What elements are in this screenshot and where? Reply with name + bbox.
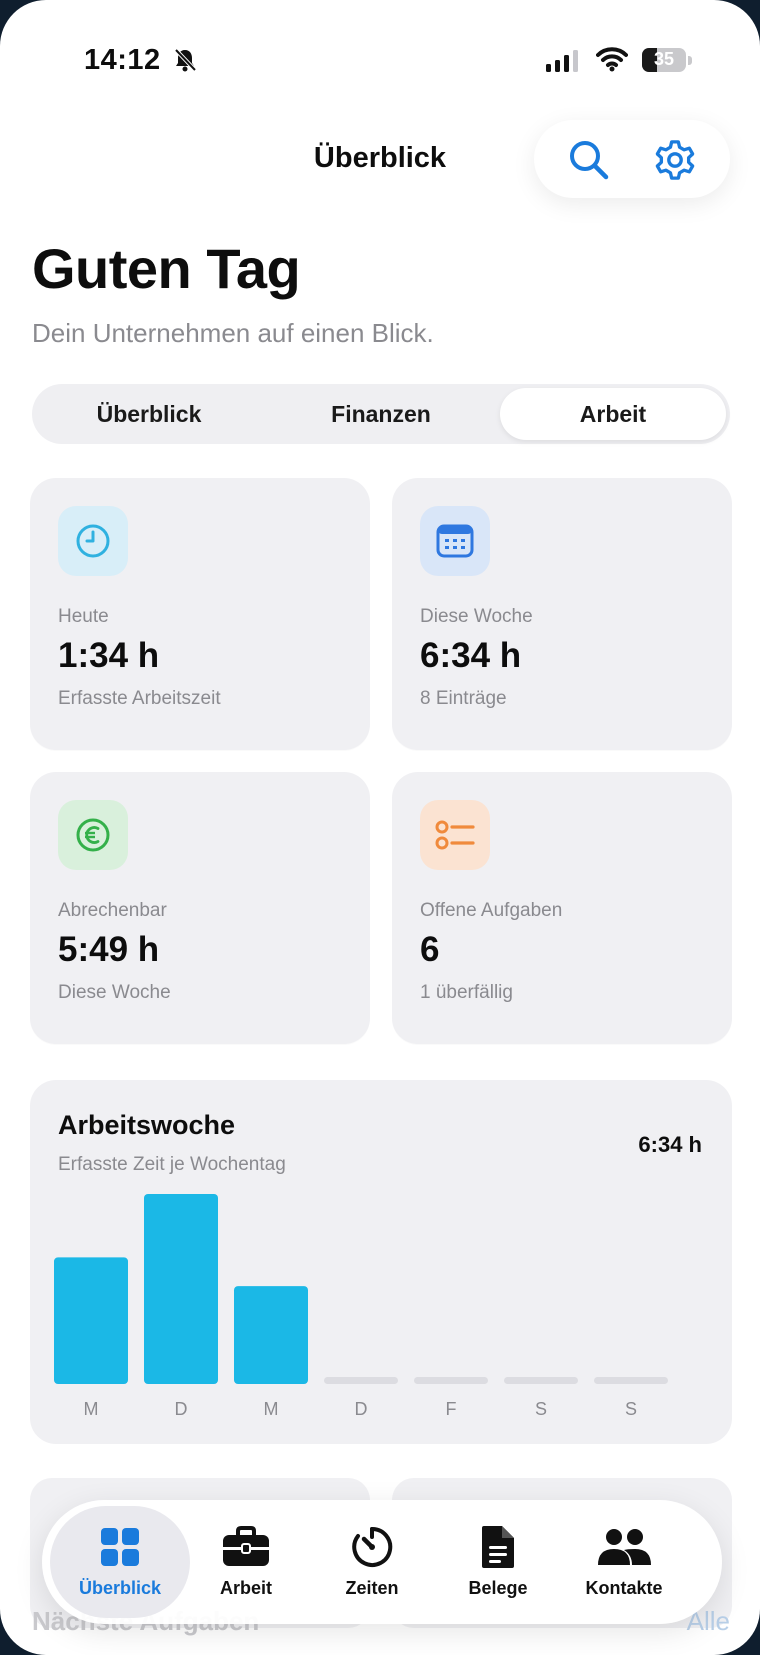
chart-tick-label: D [355, 1399, 368, 1419]
weekly-bar-chart: MDMDFSS [54, 1194, 668, 1419]
gear-icon [655, 140, 695, 180]
chart-bar-1 [54, 1257, 128, 1384]
card-value: 5:49 h [58, 930, 160, 969]
clock-icon-tile [58, 506, 128, 576]
card-diese-woche[interactable]: Diese Woche 6:34 h 8 Einträge [392, 478, 732, 750]
phone-screen: 14:12 35 Überblick Guten Tag Dein Untern… [0, 0, 760, 1655]
list-icon [435, 820, 475, 850]
tab-kontakte[interactable]: Kontakte [554, 1506, 694, 1618]
battery-icon: 35 [642, 48, 692, 74]
segmented-control: Überblick Finanzen Arbeit [32, 384, 730, 444]
work-week-chart-card[interactable]: Arbeitswoche Erfasste Zeit je Wochentag … [30, 1080, 732, 1444]
tab-zeiten[interactable]: Zeiten [302, 1506, 442, 1618]
tab-label: Belege [468, 1578, 528, 1598]
card-offene-aufgaben[interactable]: Offene Aufgaben 6 1 überfällig [392, 772, 732, 1044]
chart-bar-3 [234, 1286, 308, 1384]
chart-tick-label: D [175, 1399, 188, 1419]
card-heute[interactable]: Heute 1:34 h Erfasste Arbeitszeit [30, 478, 370, 750]
card-sub: 1 überfällig [420, 982, 513, 1003]
card-sub: Diese Woche [58, 982, 171, 1003]
bell-slash-icon [174, 48, 196, 72]
document-icon [482, 1526, 514, 1568]
card-label: Abrechenbar [58, 900, 167, 921]
chart-tick-label: S [535, 1399, 547, 1419]
card-sub: 8 Einträge [420, 688, 507, 709]
chart-bar-7 [594, 1377, 668, 1384]
briefcase-icon [223, 1526, 269, 1566]
list-icon-tile [420, 800, 490, 870]
card-value: 6 [420, 930, 440, 969]
search-icon [570, 141, 609, 180]
calendar-icon [436, 524, 474, 558]
greeting-subtitle: Dein Unternehmen auf einen Blick. [32, 318, 434, 348]
chart-tick-label: M [84, 1399, 99, 1419]
card-label: Diese Woche [420, 606, 533, 627]
chart-tick-label: M [264, 1399, 279, 1419]
segment-finanzen[interactable]: Finanzen [268, 388, 494, 440]
tab-arbeit[interactable]: Arbeit [176, 1506, 316, 1618]
clock-icon [76, 524, 110, 558]
status-time: 14:12 [84, 44, 161, 76]
wifi-icon [596, 47, 628, 72]
tab-label: Überblick [78, 1578, 162, 1598]
people-icon [598, 1529, 651, 1565]
chart-bar-2 [144, 1194, 218, 1384]
tab-ueberblick[interactable]: Überblick [50, 1506, 190, 1618]
timer-icon [352, 1526, 393, 1567]
segment-ueberblick[interactable]: Überblick [36, 388, 262, 440]
settings-button[interactable] [654, 139, 696, 181]
card-label: Heute [58, 606, 109, 627]
chart-tick-label: S [625, 1399, 637, 1419]
header-actions [534, 120, 730, 198]
greeting-title: Guten Tag [32, 237, 301, 300]
tab-belege[interactable]: Belege [428, 1506, 568, 1618]
card-sub: Erfasste Arbeitszeit [58, 688, 221, 709]
card-label: Offene Aufgaben [420, 900, 563, 921]
card-abrechenbar[interactable]: Abrechenbar 5:49 h Diese Woche [30, 772, 370, 1044]
chart-bar-4 [324, 1377, 398, 1384]
calendar-icon-tile [420, 506, 490, 576]
battery-level: 35 [653, 49, 675, 69]
euro-icon-tile [58, 800, 128, 870]
chart-bar-6 [504, 1377, 578, 1384]
tab-bar: Überblick Arbeit Zeiten Belege Kontakte [42, 1500, 722, 1624]
signal-icon [546, 50, 578, 72]
chart-bar-5 [414, 1377, 488, 1384]
euro-icon [76, 818, 110, 852]
segment-arbeit[interactable]: Arbeit [500, 388, 726, 440]
card-value: 1:34 h [58, 636, 160, 675]
tab-label: Arbeit [219, 1578, 272, 1598]
search-button[interactable] [568, 139, 610, 181]
card-value: 6:34 h [420, 636, 522, 675]
tab-label: Kontakte [585, 1578, 663, 1598]
grid-icon [101, 1528, 139, 1566]
chart-tick-label: F [446, 1399, 457, 1419]
tab-label: Zeiten [345, 1578, 399, 1598]
